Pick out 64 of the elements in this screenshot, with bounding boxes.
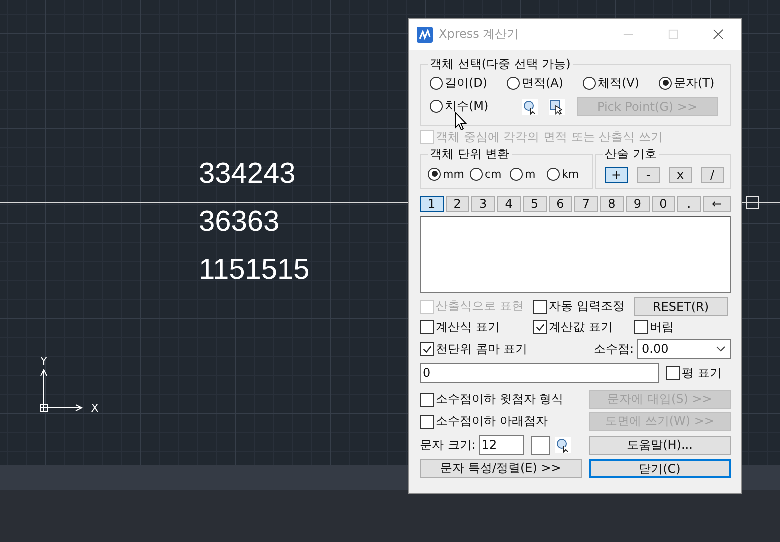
radio-button[interactable]: 체적(V) bbox=[583, 74, 659, 92]
axis-label: X bbox=[91, 402, 99, 415]
axis-label: Y bbox=[40, 355, 48, 368]
keypad-button[interactable]: 6 bbox=[548, 196, 572, 212]
axis-arrows-icon bbox=[40, 368, 84, 412]
keypad-button[interactable]: 7 bbox=[574, 196, 598, 212]
checkbox[interactable]: 자동 입력조정 bbox=[533, 298, 634, 314]
operator-button[interactable]: - bbox=[637, 167, 660, 183]
crosshair-box-icon bbox=[746, 196, 759, 209]
drawing-text: 1151515 bbox=[199, 256, 310, 285]
magnifier-pointer-icon[interactable] bbox=[554, 437, 571, 453]
group-title: 객체 단위 변환 bbox=[429, 146, 511, 163]
checkbox[interactable]: 평 표기 bbox=[666, 365, 722, 381]
operator-button[interactable]: / bbox=[701, 167, 724, 183]
radio-button[interactable]: km bbox=[547, 165, 592, 183]
operator-button[interactable]: x bbox=[669, 167, 692, 183]
radio-button[interactable]: 치수(M) bbox=[430, 98, 522, 116]
radio-button[interactable]: m bbox=[510, 165, 547, 183]
text-size-label: 문자 크기: bbox=[420, 436, 476, 454]
drawing-text: 334243 bbox=[199, 160, 296, 189]
button[interactable]: RESET(R) bbox=[634, 297, 728, 316]
checkbox[interactable]: 계산값 표기 bbox=[533, 319, 634, 335]
keypad-button[interactable]: ← bbox=[702, 196, 731, 212]
radio-button[interactable]: cm bbox=[470, 165, 510, 183]
keypad-button[interactable]: 1 bbox=[420, 196, 444, 212]
decimal-dropdown[interactable]: 0.00 bbox=[637, 339, 731, 359]
keypad-button[interactable]: 5 bbox=[522, 196, 547, 212]
text-size-field[interactable]: 12 bbox=[478, 435, 524, 455]
operator-button[interactable]: + bbox=[605, 167, 628, 183]
checkbox[interactable]: 천단위 콤마 표기 bbox=[420, 341, 594, 357]
checkbox[interactable]: 계산식 표기 bbox=[420, 319, 533, 335]
caret-icon bbox=[716, 346, 726, 352]
checkbox[interactable]: 버림 bbox=[634, 319, 731, 335]
radio-button[interactable]: 문자(T) bbox=[659, 74, 730, 92]
keypad-button[interactable]: 8 bbox=[600, 196, 624, 212]
pointer-icon bbox=[455, 112, 467, 131]
group-title: 산술 기호 bbox=[604, 146, 658, 163]
button[interactable]: 도움말(H)... bbox=[589, 436, 731, 454]
check-mark-icon bbox=[534, 322, 546, 332]
window-title: Xpress 계산기 bbox=[439, 26, 520, 43]
button[interactable]: 닫기(C) bbox=[589, 459, 731, 478]
drawing-text: 36363 bbox=[199, 208, 280, 237]
check-mark-icon bbox=[422, 344, 432, 354]
close-icon[interactable] bbox=[713, 29, 724, 40]
box-pointer-icon[interactable] bbox=[549, 98, 565, 114]
keypad-button[interactable]: . bbox=[677, 196, 701, 212]
radio-button[interactable]: 길이(D) bbox=[430, 74, 507, 92]
app-icon bbox=[417, 26, 433, 42]
keypad-button[interactable]: 9 bbox=[626, 196, 650, 212]
radio-button[interactable]: mm bbox=[428, 165, 470, 183]
magnifier-pointer-icon[interactable] bbox=[522, 98, 538, 114]
keypad-button[interactable]: 4 bbox=[497, 196, 521, 212]
keypad-button[interactable]: 3 bbox=[471, 196, 496, 212]
expression-area[interactable] bbox=[420, 216, 731, 293]
button[interactable]: 문자 특성/정렬(E) >> bbox=[420, 459, 582, 478]
keypad-button[interactable]: 2 bbox=[446, 196, 470, 212]
checkbox[interactable]: 소수점이하 아래첨자 bbox=[420, 414, 589, 430]
radio-button[interactable]: 면적(A) bbox=[507, 74, 583, 92]
keypad-button[interactable]: 0 bbox=[652, 196, 676, 212]
color-swatch[interactable] bbox=[530, 436, 550, 454]
result-field[interactable]: 0 bbox=[420, 363, 659, 383]
group-title: 객체 선택(다중 선택 가능) bbox=[429, 56, 572, 73]
decimal-label: 소수점: bbox=[594, 340, 634, 358]
checkbox[interactable]: 소수점이하 윗첨자 형식 bbox=[420, 392, 589, 408]
